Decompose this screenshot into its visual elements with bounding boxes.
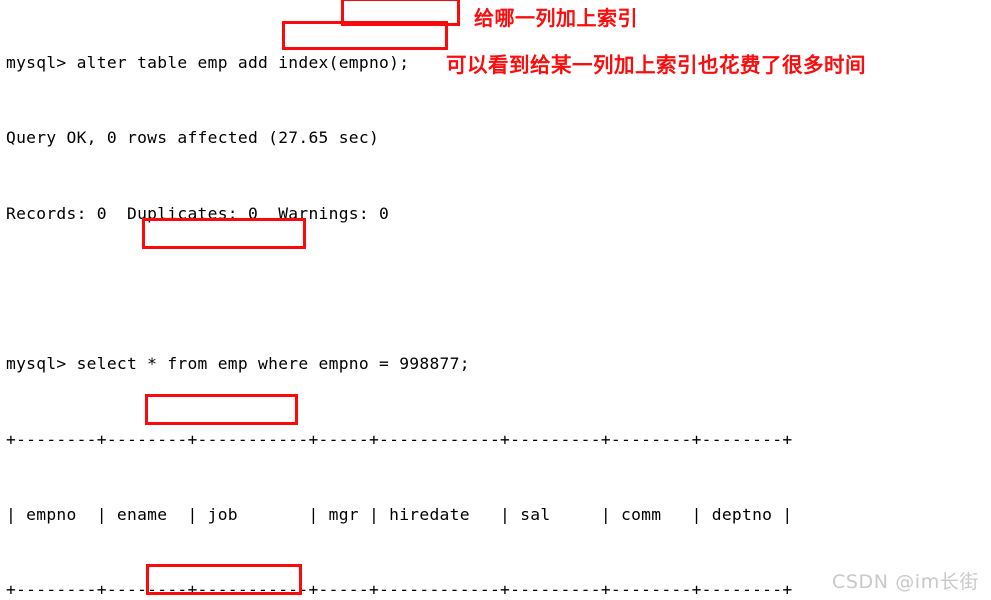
table-header-row: | empno | ename | job | mgr | hiredate |…	[6, 504, 793, 524]
annotation-note-index-column: 给哪一列加上索引	[474, 6, 638, 30]
terminal-line: Query OK, 0 rows affected (27.65 sec)	[6, 128, 380, 148]
table-border: +--------+--------+-----------+-----+---…	[6, 429, 793, 449]
terminal-line: Records: 0 Duplicates: 0 Warnings: 0	[6, 203, 390, 223]
terminal-screenshot: mysql> alter table emp add index(empno);…	[0, 0, 991, 600]
csdn-watermark: CSDN @im长街	[832, 571, 979, 593]
annotation-note-duration: 可以看到给某一列加上索引也花费了很多时间	[446, 53, 866, 77]
terminal-output: mysql> alter table emp add index(empno);…	[6, 0, 991, 600]
terminal-line: mysql> select * from emp where empno = 9…	[6, 354, 470, 374]
